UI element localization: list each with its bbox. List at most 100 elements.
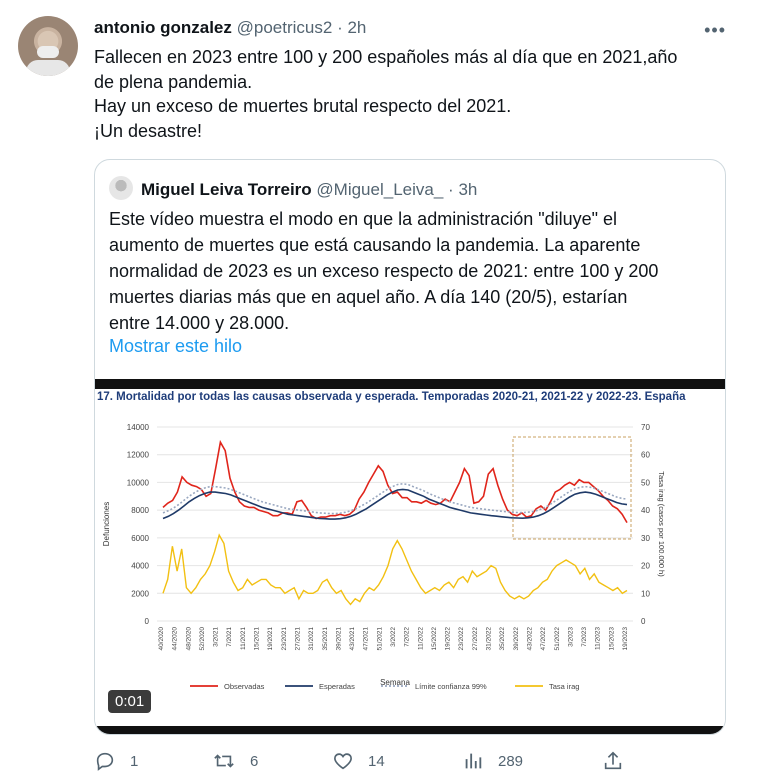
x-tick-label: 35/2021 <box>322 627 329 651</box>
series-line-l-mite-confianza-99- <box>162 482 628 515</box>
x-tick-label: 11/2023 <box>595 627 602 650</box>
separator-dot: · <box>337 18 343 37</box>
y-tick-label: 10000 <box>127 478 150 487</box>
quote-text-line: normalidad de 2023 es un exceso respecto… <box>109 261 659 281</box>
show-thread-link[interactable]: Mostrar este hilo <box>109 336 242 357</box>
x-tick-label: 51/2022 <box>554 627 561 651</box>
chart-title: 17. Mortalidad por todas las causas obse… <box>97 391 686 403</box>
y-tick-label: 0 <box>145 617 150 626</box>
avatar[interactable] <box>18 16 78 76</box>
views-button[interactable]: 289 <box>462 750 523 772</box>
x-tick-label: 23/2022 <box>458 627 465 651</box>
video-timestamp: 0:01 <box>108 690 152 713</box>
y2-tick-label: 30 <box>641 534 650 543</box>
x-tick-label: 43/2022 <box>526 627 533 651</box>
x-tick-label: 27/2021 <box>294 627 301 651</box>
share-button[interactable] <box>602 750 638 772</box>
x-tick-label: 15/2021 <box>254 627 261 651</box>
tweet-time[interactable]: 2h <box>347 18 366 37</box>
quoted-tweet[interactable]: Miguel Leiva Torreiro @Miguel_Leiva_ · 3… <box>94 159 726 735</box>
reply-button[interactable]: 1 <box>94 750 138 772</box>
x-tick-label: 7/2021 <box>226 627 233 647</box>
y-tick-label: 14000 <box>127 423 150 432</box>
x-tick-label: 19/2023 <box>622 627 629 651</box>
tweet-text-line: Fallecen en 2023 entre 100 y 200 español… <box>94 47 678 67</box>
y2-tick-label: 10 <box>641 589 650 598</box>
x-tick-label: 43/2021 <box>349 627 356 651</box>
legend-label: Observadas <box>224 682 265 691</box>
tweet-header: antonio gonzalez @poetricus2 · 2h <box>94 17 366 39</box>
tweet-text: Fallecen en 2023 entre 100 y 200 español… <box>94 45 744 143</box>
tweet[interactable]: antonio gonzalez @poetricus2 · 2h ••• Fa… <box>0 0 770 782</box>
x-tick-label: 31/2022 <box>486 627 493 651</box>
heart-icon <box>334 753 352 770</box>
y2-tick-label: 60 <box>641 451 650 460</box>
retweet-count: 6 <box>250 752 259 770</box>
series-line-esperadas <box>162 488 628 520</box>
x-tick-label: 48/2020 <box>185 627 192 651</box>
x-tick-label: 7/2022 <box>404 627 411 647</box>
y2-axis-label: Tasa irag (casos por 100.000 h) <box>657 471 666 577</box>
quote-header: Miguel Leiva Torreiro @Miguel_Leiva_ · 3… <box>109 176 477 201</box>
retweet-icon <box>214 754 234 768</box>
mortality-chart: 14000 12000 10000 8000 6000 4000 2000 0 70 60 50 40… <box>102 423 666 691</box>
x-tick-label: 47/2022 <box>540 627 547 651</box>
highlight-box <box>512 436 632 540</box>
x-tick-label: 15/2022 <box>431 627 438 651</box>
y-tick-label: 12000 <box>127 451 150 460</box>
quote-author-name[interactable]: Miguel Leiva Torreiro <box>141 180 312 199</box>
quote-avatar[interactable] <box>109 176 133 200</box>
x-tick-label: 47/2021 <box>363 627 370 651</box>
y-tick-label: 8000 <box>131 506 149 515</box>
x-tick-label: 31/2021 <box>308 627 315 651</box>
views-count: 289 <box>498 752 524 770</box>
video-letterbox-bottom <box>95 726 725 734</box>
x-tick-label: 19/2022 <box>445 627 452 651</box>
x-tick-label: 35/2022 <box>499 627 506 651</box>
video-player[interactable]: 17. Mortalidad por todas las causas obse… <box>95 379 725 734</box>
reply-count: 1 <box>130 752 139 770</box>
y2-tick-label: 50 <box>641 478 650 487</box>
y2-tick-label: 40 <box>641 506 650 515</box>
x-tick-label: 44/2020 <box>172 627 179 651</box>
tweet-text-line: Hay un exceso de muertes brutal respecto… <box>94 96 512 116</box>
series-line-tasa-irag <box>162 533 628 606</box>
legend-label: Esperadas <box>319 682 355 691</box>
video-letterbox-top <box>95 379 725 389</box>
x-tick-label: 11/2021 <box>240 627 247 650</box>
like-count: 14 <box>368 752 385 770</box>
quote-separator-dot: · <box>448 180 454 199</box>
y-tick-label: 4000 <box>131 562 149 571</box>
quote-text-line: entre 14.000 y 28.000. <box>109 313 290 333</box>
more-horizontal-icon[interactable]: ••• <box>704 20 726 41</box>
reply-icon <box>96 752 114 771</box>
y-tick-label: 2000 <box>131 589 149 598</box>
x-tick-label: 23/2021 <box>281 627 288 651</box>
x-tick-label: 19/2021 <box>267 627 274 651</box>
quote-text-line: muertes diarias más que en aquel año. A … <box>109 287 628 307</box>
author-name[interactable]: antonio gonzalez <box>94 18 232 37</box>
x-tick-label: 52/2020 <box>199 627 206 651</box>
quote-text-line: Este vídeo muestra el modo en que la adm… <box>109 209 618 229</box>
x-tick-label: 3/2022 <box>390 627 397 647</box>
y2-tick-label: 70 <box>641 423 650 432</box>
x-tick-label: 15/2023 <box>608 627 615 651</box>
quote-text-line: aumento de muertes que está causando la … <box>109 235 641 255</box>
y2-tick-label: 0 <box>641 617 646 626</box>
avatar-body-shape <box>26 60 70 76</box>
x-tick-label: 39/2021 <box>335 627 342 651</box>
y2-tick-label: 20 <box>641 562 650 571</box>
like-button[interactable]: 14 <box>332 750 385 772</box>
x-tick-label: 27/2022 <box>472 627 479 651</box>
avatar-mask-shape <box>37 46 59 58</box>
retweet-button[interactable]: 6 <box>212 750 258 772</box>
x-tick-label: 51/2021 <box>376 627 383 651</box>
legend-label: Límite confianza 99% <box>415 682 487 691</box>
legend-label: Tasa irag <box>549 682 579 691</box>
quote-time[interactable]: 3h <box>458 180 477 199</box>
quote-author-handle[interactable]: @Miguel_Leiva_ <box>316 180 443 199</box>
x-tick-label: 39/2022 <box>513 627 520 651</box>
author-handle[interactable]: @poetricus2 <box>237 18 333 37</box>
x-tick-label: 11/2022 <box>417 627 424 650</box>
tweet-text-line: ¡Un desastre! <box>94 120 203 141</box>
